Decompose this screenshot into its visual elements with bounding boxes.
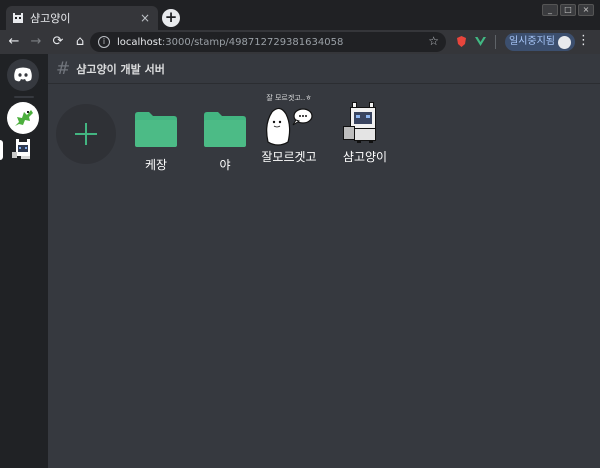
browser-toolbar: ← → ⟳ ⌂ i localhost :3000/stamp/49871272… [0,30,600,54]
browser-menu-icon[interactable]: ⋮ [577,33,590,48]
stamp-folder-item[interactable]: 케장 [124,102,188,173]
server-sidebar [0,54,48,468]
new-tab-button[interactable]: + [162,9,180,27]
tab-title: 샴고양이 [30,12,71,25]
add-stamp-button[interactable] [56,104,116,164]
channel-header: # 샴고양이 개발 서버 [48,54,600,84]
sidebar-separator [14,96,34,98]
maximize-button[interactable]: □ [560,4,576,16]
discord-home-button[interactable] [7,59,39,91]
discord-logo-icon [14,67,32,82]
window-controls: _ □ × [542,4,594,16]
bookmark-star-icon[interactable]: ☆ [428,34,439,48]
toolbar-divider [495,35,496,49]
stamp-image-item[interactable]: 잘 모르겟고..ㅎ 잘모르겟고 [257,94,321,165]
stamp-item-label: 샴고양이 [342,150,388,164]
siamese-cat-server-icon [12,139,30,159]
lizard-icon [15,110,33,126]
folder-icon [135,112,177,147]
paused-label: 일시중지됨 [509,36,555,47]
discord-app: # 샴고양이 개발 서버 케장 야 잘 모르겟고..ㅎ 잘모르겟고 샴고양이 [0,54,600,468]
ghost-sticker-art [266,107,313,146]
tab-close-icon[interactable]: × [138,11,152,25]
shield-extension-icon[interactable] [455,35,468,48]
stamp-item-label: 케장 [144,158,168,172]
forward-button[interactable]: → [26,32,46,52]
minimize-button[interactable]: _ [542,4,558,16]
ghost-sticker-icon: 잘 모르겟고..ㅎ [258,94,320,148]
cat-favicon-icon [13,13,23,23]
stamp-image-item[interactable]: 샴고양이 [333,96,397,165]
back-button[interactable]: ← [4,32,24,52]
close-window-button[interactable]: × [578,4,594,16]
server-icon-lizard[interactable] [7,102,39,134]
url-host: localhost [117,36,162,48]
server-icon-siamese[interactable] [7,134,39,166]
siamese-cat-icon [343,102,376,143]
url-path: :3000/stamp/498712729381634058 [161,36,344,48]
browser-tab[interactable]: 샴고양이 × [6,6,158,30]
vue-devtools-icon[interactable] [474,35,487,48]
channel-title: 샴고양이 개발 서버 [76,62,165,76]
reload-button[interactable]: ⟳ [48,32,68,52]
stamp-item-label: 잘모르겟고 [261,150,317,164]
sticker-caption: 잘 모르겟고..ㅎ [266,94,312,102]
folder-icon [204,112,246,147]
profile-avatar [558,35,571,49]
home-button[interactable]: ⌂ [70,32,90,52]
address-bar[interactable]: i localhost :3000/stamp/4987127293816340… [90,32,446,52]
profile-paused-badge[interactable]: 일시중지됨 [505,33,575,51]
channel-hash-icon: # [56,58,71,79]
active-server-indicator [0,140,3,160]
stamp-panel: # 샴고양이 개발 서버 케장 야 잘 모르겟고..ㅎ 잘모르겟고 샴고양이 [48,54,600,468]
stamp-item-label: 야 [219,158,231,172]
browser-titlebar: 샴고양이 × + _ □ × [0,0,600,30]
info-icon[interactable]: i [98,36,110,48]
stamp-folder-item[interactable]: 야 [193,102,257,173]
plus-icon [75,123,97,145]
